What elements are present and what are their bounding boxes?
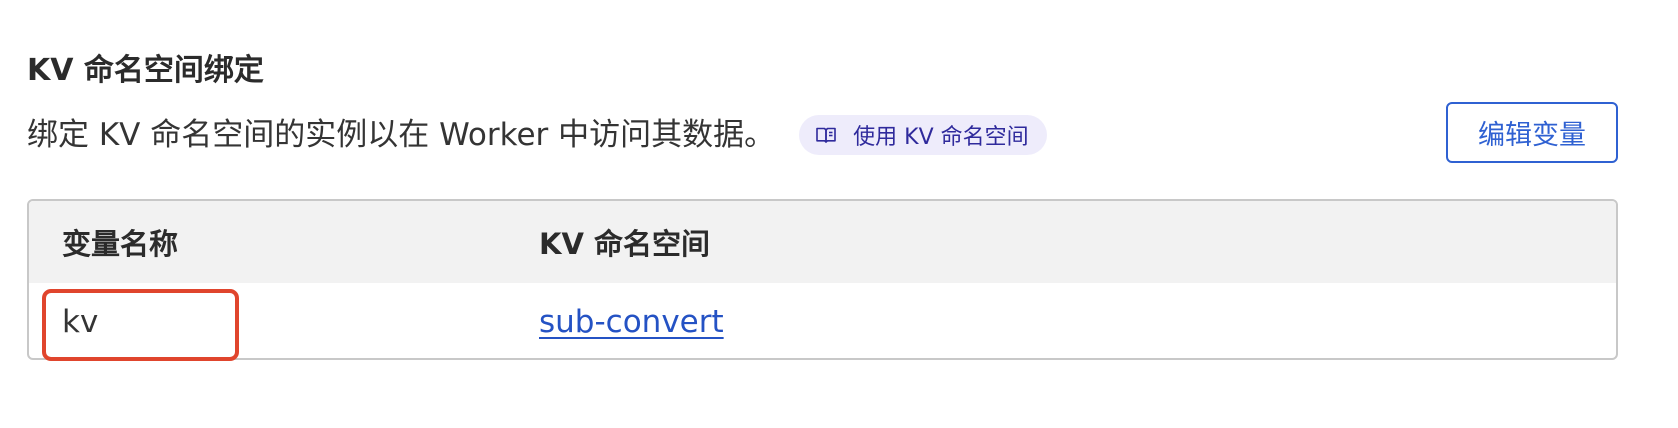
docs-link-label: 使用 KV 命名空间 bbox=[853, 125, 1029, 150]
column-header-variable-name: 变量名称 bbox=[62, 227, 179, 261]
namespace-link[interactable]: sub-convert bbox=[539, 304, 724, 340]
table-row: kv sub-convert bbox=[29, 283, 1616, 358]
namespace-cell: sub-convert bbox=[539, 283, 724, 358]
section-description: 绑定 KV 命名空间的实例以在 Worker 中访问其数据。 bbox=[27, 117, 776, 153]
docs-link-pill[interactable]: 使用 KV 命名空间 bbox=[799, 115, 1047, 155]
variable-name-cell: kv bbox=[62, 303, 99, 340]
column-header-kv-namespace: KV 命名空间 bbox=[539, 227, 711, 261]
book-open-icon bbox=[815, 124, 837, 146]
section-title: KV 命名空间绑定 bbox=[27, 53, 264, 88]
edit-variables-button[interactable]: 编辑变量 bbox=[1446, 102, 1618, 163]
table-header: 变量名称 KV 命名空间 bbox=[29, 201, 1616, 283]
description-row: 绑定 KV 命名空间的实例以在 Worker 中访问其数据。 使用 KV 命名空… bbox=[27, 112, 1047, 158]
bindings-table: 变量名称 KV 命名空间 kv sub-convert bbox=[27, 199, 1618, 360]
kv-bindings-section: KV 命名空间绑定 绑定 KV 命名空间的实例以在 Worker 中访问其数据。… bbox=[0, 0, 1678, 428]
